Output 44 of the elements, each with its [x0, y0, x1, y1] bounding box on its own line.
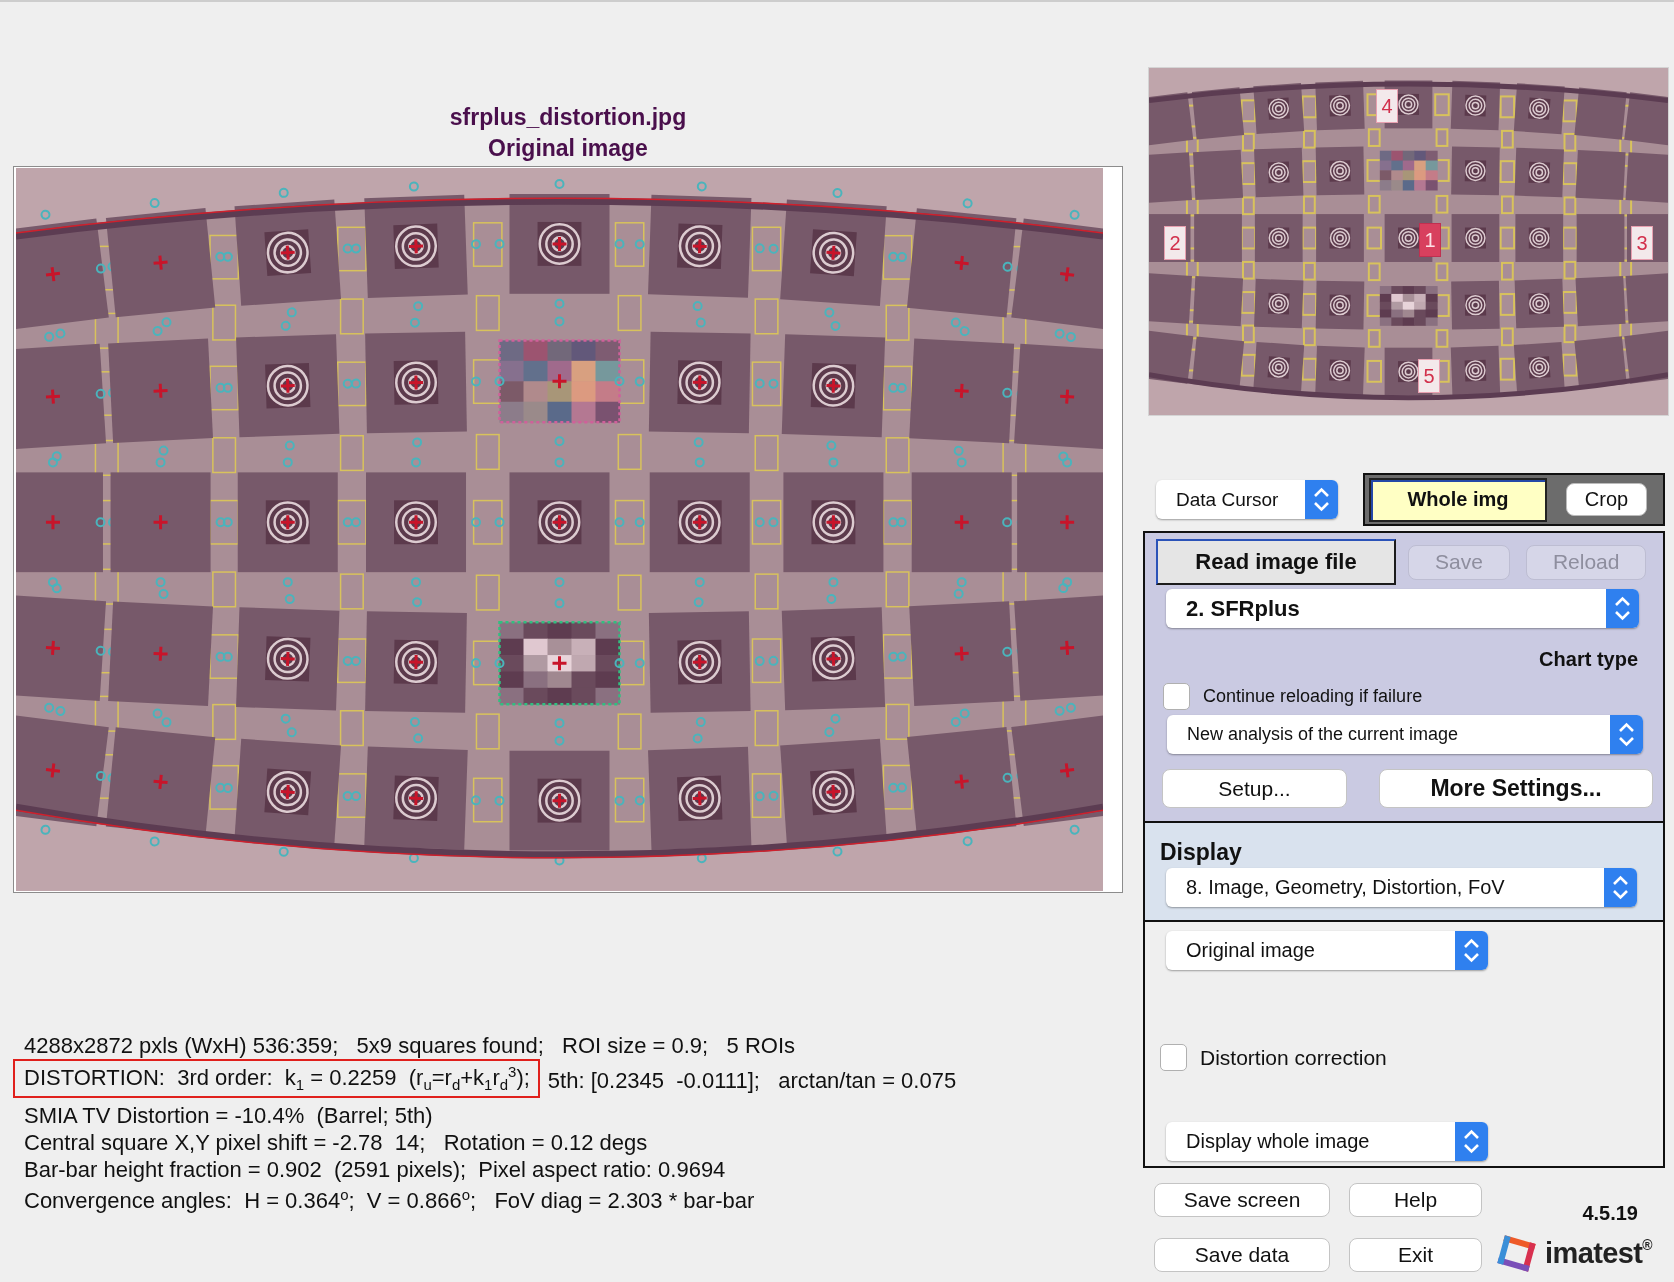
- checkbox-label: Continue reloading if failure: [1203, 686, 1423, 707]
- footer-button[interactable]: Save data: [1154, 1238, 1330, 1272]
- toggle-button[interactable]: Whole img: [1369, 477, 1547, 522]
- settings-button[interactable]: Setup...: [1162, 769, 1347, 808]
- cursor-mode-dropdown[interactable]: Data Cursor: [1156, 480, 1338, 519]
- roi-label: 3: [1631, 226, 1653, 260]
- roi-label: 2: [1164, 226, 1186, 260]
- updown-chevron-icon: [1610, 715, 1643, 754]
- result-text: Bar-bar height fraction = 0.902 (2591 pixels); Pixel aspect ratio: 0.9694: [24, 1156, 726, 1183]
- footer-button[interactable]: Exit: [1349, 1238, 1482, 1272]
- updown-chevron-icon: [1305, 480, 1338, 519]
- chart-type-label: Chart type: [1539, 647, 1638, 671]
- checkbox-label: Distortion correction: [1200, 1045, 1387, 1070]
- footer-button[interactable]: Help: [1349, 1183, 1482, 1217]
- result-text: Central square X,Y pixel shift = -2.78 14; Rotation = 0.12 degs: [24, 1129, 648, 1156]
- result-text: 5th: [0.2345 -0.0111]; arctan/tan = 0.075: [547, 1067, 957, 1094]
- updown-chevron-icon: [1606, 589, 1639, 628]
- checkbox[interactable]: [1163, 683, 1190, 710]
- roi-label: 1: [1419, 223, 1441, 257]
- version-label: 4.5.19: [1582, 1201, 1638, 1225]
- image-subtitle: Original image: [488, 134, 648, 163]
- display-mode-dropdown[interactable]: 8. Image, Geometry, Distortion, FoV: [1166, 868, 1637, 907]
- result-text: SMIA TV Distortion = -10.4% (Barrel; 5th): [24, 1102, 433, 1129]
- updown-chevron-icon: [1604, 868, 1637, 907]
- view-extent-dropdown[interactable]: Display whole image: [1166, 1122, 1488, 1161]
- display-label: Display: [1160, 839, 1242, 865]
- chart-type-dropdown[interactable]: 2. SFRplus: [1166, 589, 1639, 628]
- logo-icon: [1496, 1233, 1538, 1273]
- result-text: 4288x2872 pxls (WxH) 536:359; 5x9 squares found; ROI size = 0.9; 5 ROIs: [24, 1032, 795, 1059]
- logo-wordmark: imatest$^{®}$: [1545, 1236, 1652, 1270]
- updown-chevron-icon: [1455, 1122, 1488, 1161]
- image-filename: sfrplus_distortion.jpg: [449, 103, 687, 132]
- panel-button[interactable]: Read image file: [1156, 539, 1396, 585]
- checkbox[interactable]: [1160, 1044, 1187, 1071]
- settings-button[interactable]: More Settings...: [1379, 769, 1653, 808]
- roi-label: 4: [1376, 89, 1398, 123]
- toggle-button[interactable]: Crop: [1566, 483, 1647, 516]
- footer-button[interactable]: Save screen: [1154, 1183, 1330, 1217]
- result-text: Convergence angles: H = 0.364$^{o}$; V = 0.866$^{o}$; FoV diag = 2.303 * bar-bar: [24, 1187, 755, 1214]
- analysis-mode-dropdown[interactable]: New analysis of the current image: [1167, 715, 1643, 754]
- image-mode-dropdown[interactable]: Original image: [1166, 931, 1488, 970]
- updown-chevron-icon: [1455, 931, 1488, 970]
- result-text: DISTORTION: 3rd order: k$_{1}$ = 0.2259 (r$_{u}$=r$_{d}$+k$_{1}$r$_{d}$$^{3}$);: [13, 1059, 540, 1098]
- roi-label: 5: [1418, 359, 1440, 393]
